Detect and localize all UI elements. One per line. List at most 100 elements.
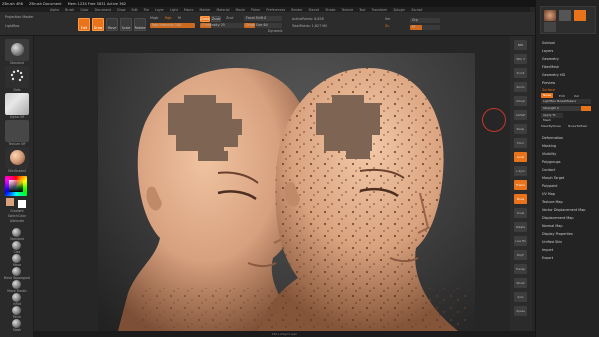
- menu-zplugin[interactable]: Zplugin: [393, 8, 405, 12]
- menu-texture[interactable]: Texture: [341, 8, 353, 12]
- fibermesh-menu[interactable]: FiberMesh: [542, 65, 559, 69]
- tool-thumbnails[interactable]: [540, 6, 596, 34]
- texture-map-menu[interactable]: Texture Map: [542, 200, 563, 204]
- contact-menu[interactable]: Contact: [542, 168, 555, 172]
- lightbox-noisemakers-button[interactable]: LightBox NoiseMakers: [541, 99, 591, 104]
- edit-mode-button[interactable]: Edit: [78, 18, 90, 31]
- menu-draw[interactable]: Draw: [117, 8, 125, 12]
- brush-clay-icon[interactable]: [12, 241, 21, 250]
- zsub-button[interactable]: Zsub: [211, 16, 221, 22]
- brush-inflat-icon[interactable]: [12, 293, 21, 302]
- apply-to-mesh-button[interactable]: Apply To Mesh: [541, 113, 563, 122]
- draw-size-slider[interactable]: Draw Size 64: [244, 23, 282, 28]
- edit-noise-button[interactable]: Edit: [559, 94, 565, 98]
- strength-slider[interactable]: Strength 0: [541, 106, 591, 111]
- menu-preferences[interactable]: Preferences: [266, 8, 285, 12]
- masking-menu[interactable]: Masking: [542, 144, 556, 148]
- menu-zscript[interactable]: Zscript: [411, 8, 422, 12]
- shelf-rotate-button[interactable]: Rotate: [514, 222, 527, 232]
- menu-stencil[interactable]: Stencil: [309, 8, 320, 12]
- menu-color[interactable]: Color: [80, 8, 88, 12]
- move-mode-button[interactable]: Move: [106, 18, 118, 31]
- focal-shift-slider[interactable]: Focal Shift 0: [244, 16, 282, 21]
- polygroups-menu[interactable]: Polygroups: [542, 160, 561, 164]
- layers-menu[interactable]: Layers: [542, 49, 553, 53]
- noise-to-mask-button[interactable]: NoiseToMask: [568, 124, 587, 128]
- menu-material[interactable]: Material: [217, 8, 230, 12]
- lightbox-button[interactable]: LightBox: [5, 24, 19, 28]
- normal-map-menu[interactable]: Normal Map: [542, 224, 563, 228]
- shelf-local-button[interactable]: Local: [514, 152, 527, 162]
- rgb-intensity-slider[interactable]: Rgb Intensity 100: [150, 23, 195, 28]
- menu-movie[interactable]: Movie: [235, 8, 244, 12]
- import-menu[interactable]: Import: [542, 248, 553, 252]
- visibility-menu[interactable]: Visibility: [542, 152, 556, 156]
- shelf-l-sym-button[interactable]: L.Sym: [514, 166, 527, 176]
- secondary-color-swatch[interactable]: [18, 200, 26, 208]
- menu-render[interactable]: Render: [291, 8, 302, 12]
- shelf-zoom-button[interactable]: Zoom: [514, 82, 527, 92]
- menu-light[interactable]: Light: [170, 8, 178, 12]
- menu-file[interactable]: File: [144, 8, 149, 12]
- rgb-toggle[interactable]: Rgb: [165, 16, 171, 20]
- shelf-move-button[interactable]: Move: [514, 194, 527, 204]
- shelf-scroll-button[interactable]: Scroll: [514, 68, 527, 78]
- del-noise-button[interactable]: Del: [574, 94, 579, 98]
- export-menu[interactable]: Export: [542, 256, 553, 260]
- mask-by-noise-button[interactable]: MaskByNoise: [541, 124, 561, 128]
- preview-menu[interactable]: Preview: [542, 81, 555, 85]
- group-visible-slider[interactable]: Grp: [410, 18, 440, 23]
- noise-button[interactable]: Noise: [541, 93, 553, 98]
- stroke-slot[interactable]: [5, 66, 29, 88]
- shelf-persp-button[interactable]: Persp: [514, 124, 527, 134]
- vector-displacement-map-menu[interactable]: Vector Displacement Map: [542, 208, 585, 212]
- geometry-menu[interactable]: Geometry: [542, 57, 559, 61]
- shelf-ghost-button[interactable]: Ghost: [514, 278, 527, 288]
- material-slot[interactable]: [5, 147, 29, 169]
- shelf-polyf-button[interactable]: PolyF: [514, 250, 527, 260]
- geometry-hd-menu[interactable]: Geometry HD: [542, 73, 565, 77]
- displacement-map-menu[interactable]: Displacement Map: [542, 216, 574, 220]
- shelf-actual-button[interactable]: Actual: [514, 96, 527, 106]
- brush-move-topological-icon[interactable]: [12, 267, 21, 276]
- shelf-frame-button[interactable]: Frame: [514, 180, 527, 190]
- alternate-button[interactable]: Alternate: [2, 219, 32, 223]
- menu-macro[interactable]: Macro: [184, 8, 194, 12]
- m-toggle[interactable]: M: [178, 16, 181, 20]
- menu-document[interactable]: Document: [95, 8, 112, 12]
- brush-slot[interactable]: [5, 39, 29, 61]
- zcut-button[interactable]: Zcut: [226, 16, 233, 20]
- shelf-spix-3-button[interactable]: SPix 3: [514, 54, 527, 64]
- menu-brush[interactable]: Brush: [65, 8, 74, 12]
- display-properties-menu[interactable]: Display Properties: [542, 232, 573, 236]
- scale-mode-button[interactable]: Scale: [120, 18, 132, 31]
- brush-move-icon[interactable]: [12, 254, 21, 263]
- main-color-swatch[interactable]: [6, 198, 14, 206]
- menu-layer[interactable]: Layer: [155, 8, 164, 12]
- menu-tool[interactable]: Tool: [359, 8, 365, 12]
- zadd-button[interactable]: Zadd: [200, 16, 210, 22]
- dynamic-toggle[interactable]: Dynamic: [268, 29, 283, 33]
- draw-mode-button[interactable]: Draw: [92, 18, 104, 31]
- brush-slash-icon[interactable]: [12, 319, 21, 328]
- tool-thumb-3[interactable]: [574, 10, 586, 21]
- color-picker[interactable]: [5, 176, 27, 196]
- z-intensity-slider[interactable]: Z Intensity 25: [200, 23, 245, 28]
- polyframe-slider[interactable]: Pf: [410, 25, 440, 30]
- shelf-scale-button[interactable]: Scale: [514, 208, 527, 218]
- shelf-floor-button[interactable]: Floor: [514, 138, 527, 148]
- mrgb-toggle[interactable]: Mrgb: [150, 16, 158, 20]
- shelf-toggle-1[interactable]: Sm: [385, 17, 390, 21]
- polypaint-menu[interactable]: Polypaint: [542, 184, 558, 188]
- menu-transform[interactable]: Transform: [371, 8, 387, 12]
- projection-master-button[interactable]: Projection Master: [5, 15, 34, 19]
- shelf-toggle-2[interactable]: Zs: [385, 24, 389, 28]
- tool-thumb-head[interactable]: [544, 10, 556, 21]
- uv-map-menu[interactable]: UV Map: [542, 192, 555, 196]
- brush-move-elastic-icon[interactable]: [12, 280, 21, 289]
- shelf-aahalf-button[interactable]: AAHalf: [514, 110, 527, 120]
- shelf-line-fill-button[interactable]: Line Fill: [514, 236, 527, 246]
- brush-standard-icon[interactable]: [12, 228, 21, 237]
- rotate-mode-button[interactable]: Rotate: [134, 18, 146, 31]
- menu-edit[interactable]: Edit: [131, 8, 137, 12]
